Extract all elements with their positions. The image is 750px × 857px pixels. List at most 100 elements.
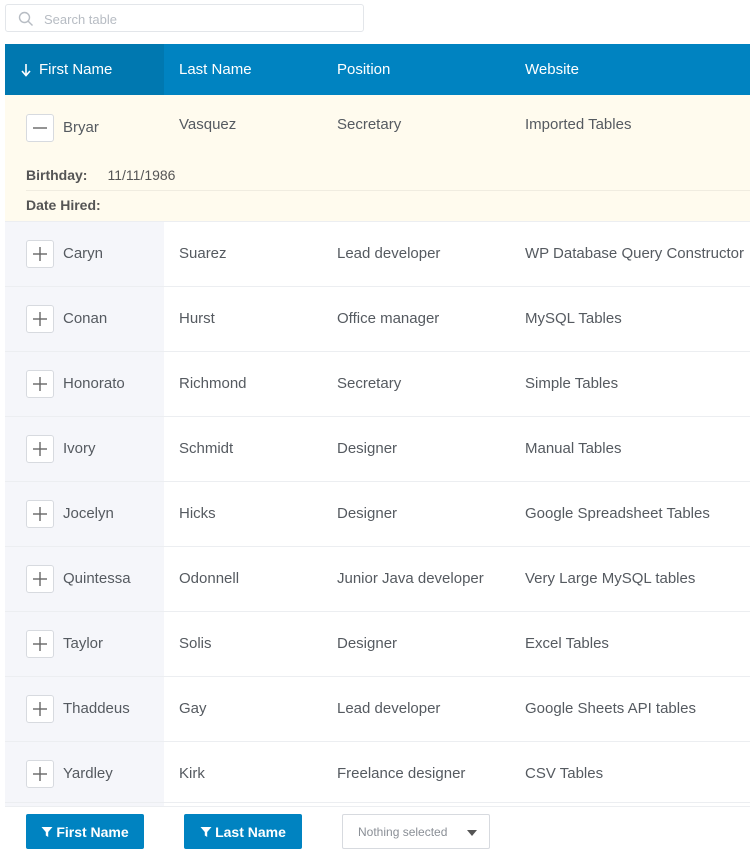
cell-position: Designer (337, 440, 398, 457)
cell-website: Google Sheets API tables (525, 700, 696, 717)
plus-icon (33, 376, 47, 391)
plus-icon (33, 506, 47, 521)
cell-position: Lead developer (337, 700, 441, 717)
cell-first-name: Taylor (63, 635, 104, 652)
column-header-label: Position (337, 61, 391, 78)
table-row: Yardley Kirk Freelance designer CSV Tables (5, 741, 750, 807)
cell-last-name: Kirk (179, 765, 205, 782)
cell-last-name: Odonnell (179, 570, 240, 587)
arrow-down-icon (21, 63, 31, 77)
cell-last-name: Solis (179, 635, 212, 652)
table-row: Conan Hurst Office manager MySQL Tables (5, 286, 750, 352)
cell-first-name: Jocelyn (63, 505, 114, 522)
search-icon (18, 11, 33, 26)
column-header-website[interactable]: Website (510, 44, 750, 95)
expand-row-button[interactable] (26, 499, 54, 528)
cell-website: CSV Tables (525, 765, 604, 782)
cell-website: MySQL Tables (525, 310, 622, 327)
cell-last-name: Gay (179, 700, 207, 717)
cell-last-name: Vasquez (179, 116, 237, 133)
cell-first-name: Ivory (63, 440, 96, 457)
table-header-row: First Name Last Name Position Website (5, 44, 750, 95)
expand-row-button[interactable] (26, 629, 54, 658)
minus-icon (33, 126, 47, 129)
expand-row-button[interactable] (26, 694, 54, 723)
cell-last-name: Richmond (179, 375, 247, 392)
cell-last-name: Hicks (179, 505, 216, 522)
plus-icon (33, 311, 47, 326)
row-details: Birthday: 11/11/1986 Date Hired: (5, 160, 750, 222)
cell-position: Designer (337, 505, 398, 522)
plus-icon (33, 701, 47, 716)
collapse-row-button[interactable] (26, 113, 54, 142)
cell-website: WP Database Query Constructor (525, 245, 744, 262)
search-box[interactable] (5, 4, 364, 32)
expand-row-button[interactable] (26, 434, 54, 463)
cell-first-name: Caryn (63, 245, 104, 262)
filter-first-name-button[interactable]: First Name (26, 814, 144, 849)
column-header-position[interactable]: Position (322, 44, 510, 95)
cell-position: Junior Java developer (337, 570, 484, 587)
plus-icon (33, 766, 47, 781)
column-header-first-name[interactable]: First Name (5, 44, 164, 95)
cell-position: Office manager (337, 310, 440, 327)
table-footer: First Name Last Name Nothing selected (5, 802, 750, 857)
column-header-last-name[interactable]: Last Name (164, 44, 322, 95)
filter-icon (41, 826, 53, 837)
column-header-label: First Name (39, 61, 113, 78)
filter-button-label: First Name (56, 823, 129, 840)
expand-row-button[interactable] (26, 239, 54, 268)
expand-row-button[interactable] (26, 369, 54, 398)
column-header-label: Website (525, 61, 579, 78)
select-value: Nothing selected (358, 824, 448, 839)
table-row: Thaddeus Gay Lead developer Google Sheets A… (5, 676, 750, 742)
cell-website: Google Spreadsheet Tables (525, 505, 710, 522)
table-row: Taylor Solis Designer Excel Tables (5, 611, 750, 677)
cell-position: Secretary (337, 375, 402, 392)
plus-icon (33, 441, 47, 456)
expand-row-button[interactable] (26, 564, 54, 593)
plus-icon (33, 246, 47, 261)
table-row: Caryn Suarez Lead developer WP Database Que… (5, 221, 750, 287)
cell-first-name: Quintessa (63, 570, 131, 587)
cell-website: Simple Tables (525, 375, 619, 392)
plus-icon (33, 571, 47, 586)
cell-position: Lead developer (337, 245, 441, 262)
cell-position: Freelance designer (337, 765, 466, 782)
cell-position: Designer (337, 635, 398, 652)
cell-website: Very Large MySQL tables (525, 570, 696, 587)
table-row: Jocelyn Hicks Designer Google Spreadsheet T… (5, 481, 750, 547)
table-row: Quintessa Odonnell Junior Java developer Ve… (5, 546, 750, 612)
cell-first-name: Bryar (63, 119, 99, 136)
column-header-label: Last Name (179, 61, 252, 78)
detail-birthday: Birthday: 11/11/1986 (26, 161, 750, 191)
filter-button-label: Last Name (215, 823, 286, 840)
cell-last-name: Suarez (179, 245, 227, 262)
detail-date-hired: Date Hired: (26, 191, 750, 220)
cell-last-name: Hurst (179, 310, 215, 327)
cell-first-name: Conan (63, 310, 108, 327)
cell-website: Imported Tables (525, 116, 632, 133)
cell-website: Manual Tables (525, 440, 622, 457)
expand-row-button[interactable] (26, 304, 54, 333)
filter-last-name-button[interactable]: Last Name (184, 814, 302, 849)
detail-value: 11/11/1986 (107, 167, 176, 184)
expand-row-button[interactable] (26, 759, 54, 788)
search-input[interactable] (42, 9, 346, 29)
filter-icon (200, 826, 212, 837)
data-table: First Name Last Name Position Website Br… (5, 44, 750, 807)
table-row-expanded: Bryar Vasquez Secretary Imported Tables (5, 95, 750, 160)
detail-label: Birthday: (26, 167, 88, 184)
caret-down-icon (467, 830, 477, 836)
position-select[interactable]: Nothing selected (342, 814, 490, 849)
plus-icon (33, 636, 47, 651)
cell-first-name: Thaddeus (63, 700, 130, 717)
table-row: Honorato Richmond Secretary Simple Tables (5, 351, 750, 417)
cell-website: Excel Tables (525, 635, 609, 652)
table-row: Ivory Schmidt Designer Manual Tables (5, 416, 750, 482)
cell-last-name: Schmidt (179, 440, 234, 457)
cell-position: Secretary (337, 116, 402, 133)
cell-first-name: Yardley (63, 765, 113, 782)
detail-label: Date Hired: (26, 197, 101, 214)
cell-first-name: Honorato (63, 375, 125, 392)
